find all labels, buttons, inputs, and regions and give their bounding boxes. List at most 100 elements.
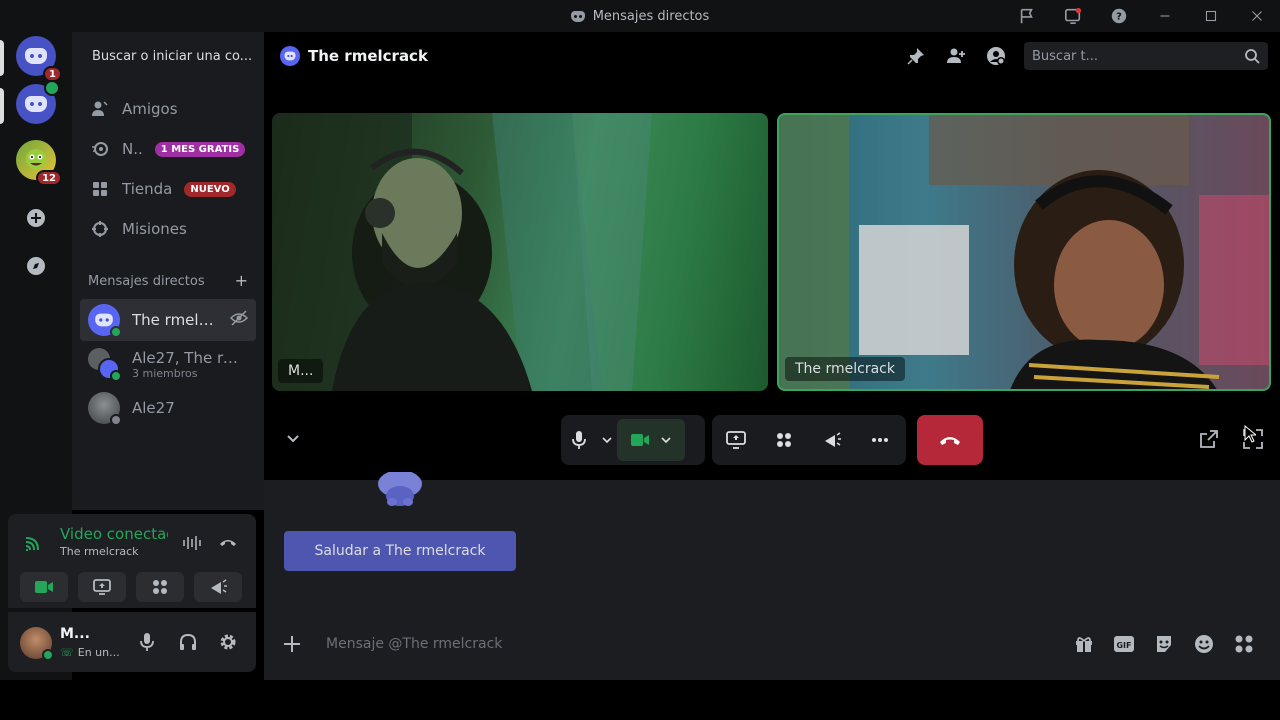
discord-logo-icon: [25, 96, 47, 112]
online-status-icon: [110, 370, 122, 382]
nav-quests[interactable]: Misiones: [80, 210, 256, 248]
nav-label: N..: [122, 140, 143, 158]
nitro-icon: [90, 139, 110, 159]
friends-icon: [90, 99, 110, 119]
discord-logo-icon: [95, 313, 113, 327]
pop-out-icon[interactable]: [1198, 428, 1220, 454]
noise-suppression-icon[interactable]: [182, 534, 202, 556]
greet-button[interactable]: Saludar a The rmelcrack: [284, 531, 516, 571]
help-icon[interactable]: ?: [1096, 0, 1142, 32]
signal-icon[interactable]: [24, 534, 44, 556]
dm-item[interactable]: Ale27: [80, 387, 256, 429]
online-status-icon: [110, 326, 122, 338]
soundboard-button[interactable]: [194, 572, 242, 602]
add-friend-icon[interactable]: [946, 46, 966, 66]
nav-shop[interactable]: Tienda NUEVO: [80, 170, 256, 208]
dm-item[interactable]: The rmelc...: [80, 299, 256, 341]
user-profile-icon[interactable]: [986, 46, 1006, 66]
dm-sidebar: Buscar o iniciar una co... Amigos N.. 1 …: [72, 32, 264, 510]
headphones-icon[interactable]: [178, 632, 198, 656]
chevron-down-icon: [661, 437, 671, 444]
attach-plus-icon[interactable]: [280, 632, 304, 656]
activities-button[interactable]: [136, 572, 184, 602]
sticker-icon[interactable]: [1152, 632, 1176, 656]
discord-logo-icon: [284, 51, 296, 61]
offline-status-icon: [110, 414, 122, 426]
plus-circle-icon: [27, 209, 45, 227]
chevron-down-icon: [602, 437, 612, 444]
dm-item[interactable]: Ale27, The rm... 3 miembros: [80, 343, 256, 385]
microphone-icon[interactable]: [138, 632, 156, 656]
search-conversation-button[interactable]: Buscar o iniciar una co...: [82, 42, 254, 70]
settings-gear-icon[interactable]: [218, 632, 238, 656]
mute-button[interactable]: [561, 415, 597, 465]
gif-icon[interactable]: GIF: [1112, 632, 1136, 656]
hang-up-button[interactable]: [917, 415, 983, 465]
add-server-button[interactable]: [16, 198, 56, 238]
bottom-letterbox: [0, 680, 1280, 720]
audio-video-controls: [561, 415, 705, 465]
dm-section-header: Mensajes directos +: [88, 273, 248, 290]
mic-options-button[interactable]: [597, 415, 617, 465]
activities-icon: [153, 580, 167, 594]
nav-friends[interactable]: Amigos: [80, 90, 256, 128]
header-search-placeholder: Buscar t...: [1032, 48, 1099, 64]
close-icon[interactable]: [1234, 0, 1280, 32]
window-title: Mensajes directos: [570, 8, 710, 24]
voice-channel[interactable]: The rmelcrack: [60, 545, 139, 558]
user-avatar[interactable]: [20, 627, 54, 661]
screen-share-icon: [93, 579, 111, 595]
dm-server-button[interactable]: [16, 80, 60, 124]
camera-button[interactable]: [20, 572, 68, 602]
message-placeholder: Mensaje @The rmelcrack: [326, 636, 503, 652]
group-avatar: [88, 348, 122, 382]
soundboard-icon: [825, 432, 841, 447]
discover-button[interactable]: [16, 246, 56, 286]
window-title-text: Mensajes directos: [592, 8, 710, 24]
nav-nitro[interactable]: N.. 1 MES GRATIS: [80, 130, 256, 168]
nav-label: Misiones: [122, 220, 187, 238]
avatar-server-button[interactable]: 12: [16, 140, 62, 186]
mouse-cursor-icon: [1244, 425, 1256, 443]
more-options-button[interactable]: [856, 415, 904, 465]
call-status-icon: ☏: [60, 646, 74, 659]
screen-share-icon[interactable]: [1050, 0, 1096, 32]
tile-label: M...: [278, 359, 324, 383]
maximize-icon[interactable]: [1188, 0, 1234, 32]
screen-share-icon: [726, 431, 746, 449]
channel-title: The rmelcrack: [308, 47, 428, 65]
home-button[interactable]: 1: [16, 36, 62, 82]
apps-icon[interactable]: [1232, 632, 1256, 656]
voice-status: Video conectad: [60, 525, 168, 543]
svg-text:?: ?: [1116, 12, 1122, 23]
create-dm-icon[interactable]: +: [235, 273, 248, 289]
collapse-chevron-icon[interactable]: [284, 430, 302, 452]
pin-icon[interactable]: [906, 46, 926, 66]
minimize-icon[interactable]: [1142, 0, 1188, 32]
header-avatar: [280, 46, 300, 66]
tile-label: The rmelcrack: [785, 357, 905, 381]
nav-label: Amigos: [122, 100, 178, 118]
phone-hangup-icon: [940, 437, 960, 445]
gift-icon[interactable]: [1072, 632, 1096, 656]
inbox-icon[interactable]: [1004, 0, 1050, 32]
activities-button[interactable]: [760, 415, 808, 465]
nav-label: Tienda: [122, 180, 173, 198]
video-tile-remote[interactable]: The rmelcrack: [777, 113, 1271, 391]
emoji-icon[interactable]: [1192, 632, 1216, 656]
dm-name: Ale27: [132, 399, 175, 417]
unread-indicator: [0, 88, 4, 124]
video-camera-icon: [35, 581, 53, 593]
camera-toggle-button[interactable]: [617, 419, 685, 461]
message-input[interactable]: Mensaje @The rmelcrack GIF: [280, 622, 1264, 666]
dm-name: The rmelc...: [132, 311, 218, 329]
screen-share-button[interactable]: [712, 415, 760, 465]
title-bar: Mensajes directos ?: [0, 0, 1280, 32]
video-tile-self[interactable]: M...: [272, 113, 768, 391]
screen-share-button[interactable]: [78, 572, 126, 602]
header-search-input[interactable]: Buscar t...: [1024, 42, 1268, 70]
disconnect-icon[interactable]: [218, 534, 238, 556]
soundboard-button[interactable]: [808, 415, 856, 465]
dm-member-count: 3 miembros: [132, 366, 198, 380]
hide-eye-icon[interactable]: [229, 309, 249, 331]
